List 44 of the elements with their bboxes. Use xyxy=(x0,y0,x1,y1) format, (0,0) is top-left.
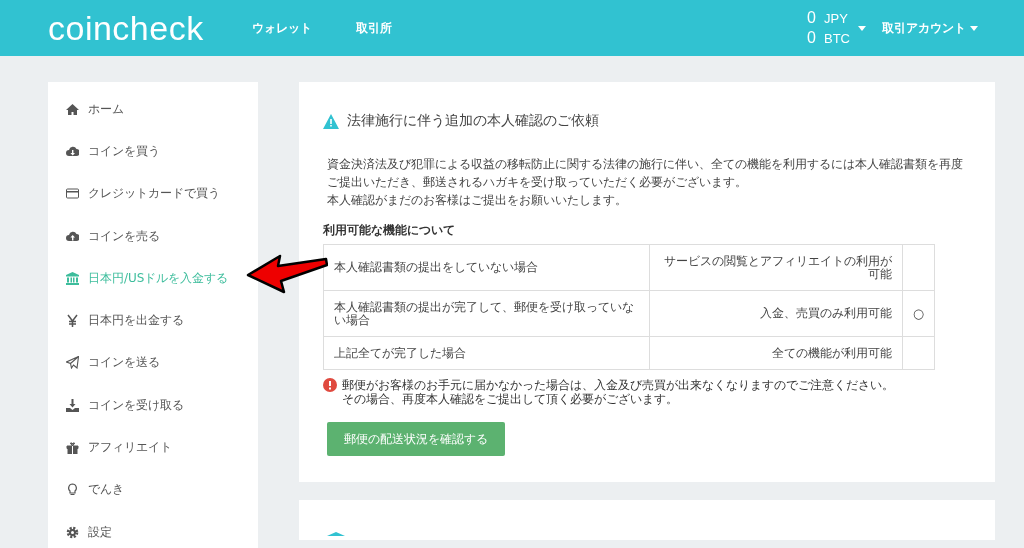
sidebar-item[interactable]: でんき xyxy=(48,468,128,511)
bank-icon xyxy=(66,271,79,285)
sidebar-item[interactable]: 日本円を出金する xyxy=(48,299,188,342)
sidebar-item[interactable]: コインを売る xyxy=(48,214,164,258)
sidebar-item[interactable]: コインを受け取る xyxy=(48,384,188,427)
cloud-download-icon xyxy=(66,144,79,158)
caret-icon[interactable] xyxy=(970,25,978,31)
lightbulb-icon xyxy=(66,483,79,497)
table-cell: 全ての機能が利用可能 xyxy=(649,336,903,370)
alert-icon xyxy=(323,378,337,392)
cloud-upload-icon xyxy=(66,229,79,243)
sidebar-item[interactable]: クレジットカードで買う xyxy=(48,172,224,215)
table-cell: サービスの閲覧とアフィリエイトの利用が可能 xyxy=(649,244,903,291)
download-icon xyxy=(66,398,79,412)
table-cell: ○ xyxy=(902,290,935,337)
balance-amount: 0 xyxy=(807,8,816,27)
sidebar-item[interactable]: 設定 xyxy=(48,510,116,548)
table-cell xyxy=(902,336,935,370)
paper-plane-icon xyxy=(66,356,79,370)
table-cell xyxy=(902,244,935,291)
sidebar-item[interactable]: コインを買う xyxy=(48,130,164,173)
sidebar-item[interactable]: アフィリエイト xyxy=(48,426,176,469)
sidebar-item[interactable]: ホーム xyxy=(48,88,128,131)
notice-text: 資金決済法及び犯罪による収益の移転防止に関する法律の施行に伴い、全ての機能を利用するには本人確認書類を再度ご提出いただき、郵送されるハガキを受け取っていただく必要がございます。 xyxy=(327,156,964,191)
notice-title: 法律施行に伴う追加の本人確認のご依頼 xyxy=(347,112,599,130)
warning-icon xyxy=(323,113,339,129)
gift-icon xyxy=(66,441,79,454)
currency-label: JPY xyxy=(824,10,849,28)
table-cell: 本人確認書類の提出をしていない場合 xyxy=(323,244,650,291)
credit-card-icon xyxy=(66,187,79,201)
table-cell: 上記全てが完了した場合 xyxy=(323,336,650,370)
settings-icon xyxy=(66,525,79,539)
sidebar-item[interactable]: コインを送る xyxy=(48,341,164,385)
table-cell: 本人確認書類の提出が完了して、郵便を受け取っていない場合 xyxy=(323,290,650,337)
balance-amount: 0 xyxy=(807,28,816,47)
currency-label: BTC xyxy=(824,30,851,48)
warning-text: 郵便がお客様のお手元に届かなかった場合は、入金及び売買が出来なくなりますのでご注意ください。 その場合、再度本人確認をご提出して頂く必要がございます。 xyxy=(342,378,894,406)
table-cell: 入金、売買のみ利用可能 xyxy=(649,290,903,337)
home-icon xyxy=(66,102,79,116)
caret-icon[interactable] xyxy=(858,25,866,31)
notice-text: 本人確認がまだのお客様はご提出をお願いいたします。 xyxy=(327,192,628,209)
shield-icon xyxy=(327,532,345,536)
table-title: 利用可能な機能について xyxy=(323,223,456,238)
yen-icon xyxy=(66,314,79,328)
